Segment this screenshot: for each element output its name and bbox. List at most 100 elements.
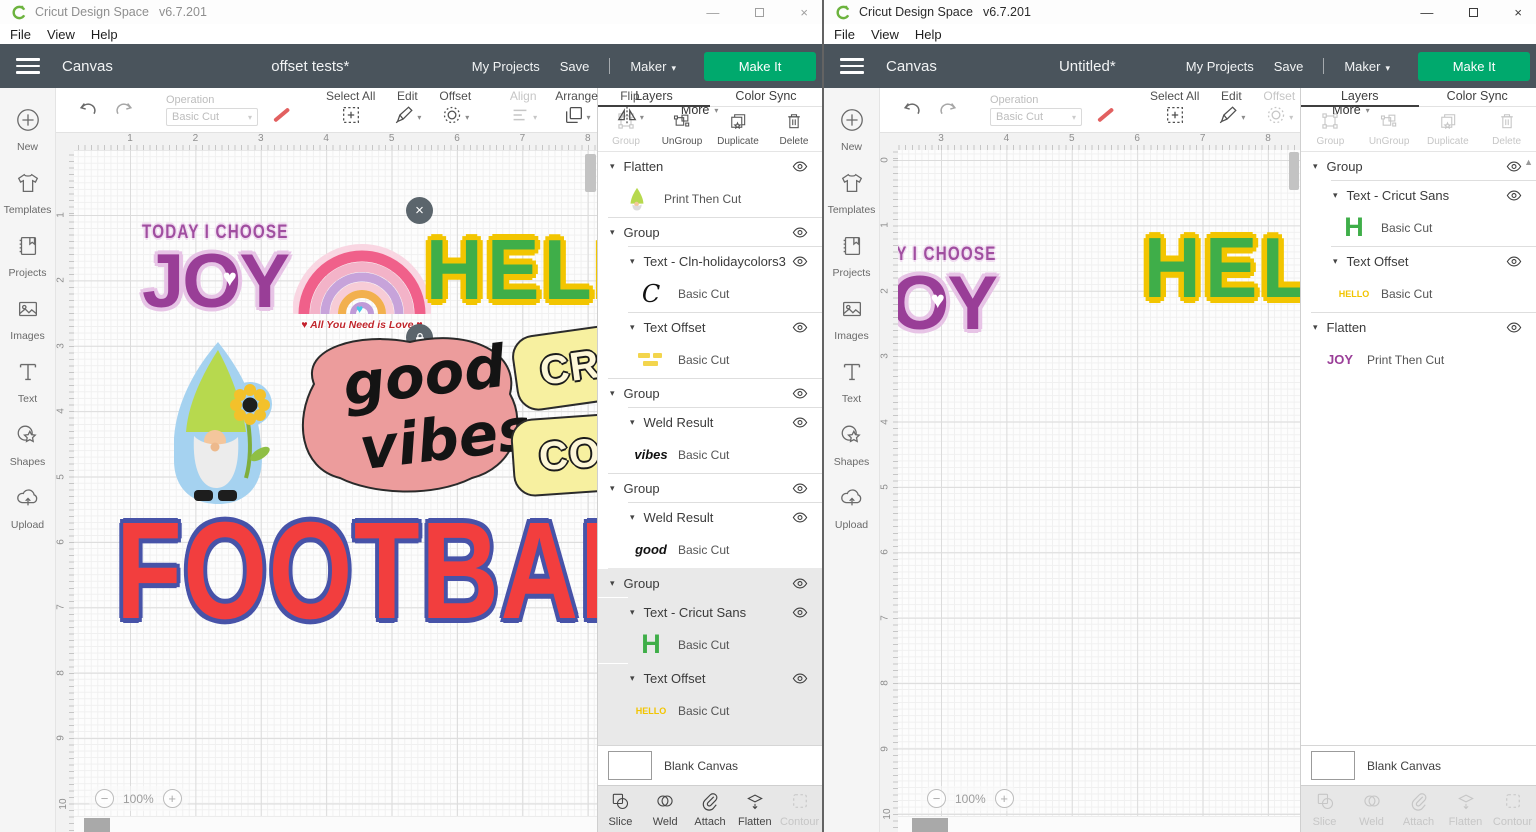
attach-button[interactable]: Attach [1395, 786, 1442, 832]
my-projects-link[interactable]: My Projects [1186, 59, 1254, 74]
zoom-in-button[interactable]: + [995, 789, 1014, 808]
operation-select[interactable]: Basic Cut▾ [166, 108, 258, 126]
maximize-icon[interactable] [755, 8, 764, 17]
collapse-caret-icon[interactable]: ▾ [630, 673, 635, 684]
titlebar[interactable]: Cricut Design Space v6.7.201 — × [0, 0, 822, 24]
visibility-eye-icon[interactable] [792, 161, 808, 172]
project-name[interactable]: Untitled* [1059, 58, 1116, 75]
collapse-caret-icon[interactable]: ▾ [610, 483, 615, 494]
layer-item[interactable]: CBasic Cut [598, 275, 822, 312]
vertical-scrollbar[interactable] [1289, 152, 1299, 190]
layer-group-group[interactable]: ▾Group [598, 218, 822, 246]
scroll-up-icon[interactable]: ▲ [1524, 157, 1533, 167]
undo-button[interactable] [901, 99, 923, 121]
blank-canvas-row[interactable]: Blank Canvas [1301, 745, 1536, 785]
horizontal-scrollbar-thumb[interactable] [912, 818, 948, 832]
layer-group-text-cln-holidaycolors3[interactable]: ▾Text - Cln-holidaycolors3 [598, 247, 822, 275]
delete-button[interactable]: Delete [1477, 107, 1536, 151]
visibility-eye-icon[interactable] [792, 607, 808, 618]
layer-group-text-cricut-sans[interactable]: ▾Text - Cricut Sans [598, 598, 822, 626]
minimize-icon[interactable]: — [1420, 5, 1433, 20]
visibility-eye-icon[interactable] [1506, 190, 1522, 201]
vertical-scrollbar[interactable] [585, 154, 596, 192]
select-all-button[interactable]: Select All [326, 89, 375, 131]
sidebar-item-projects[interactable]: Projects [0, 224, 55, 287]
maximize-icon[interactable] [1469, 8, 1478, 17]
artwork-hello-sticker[interactable]: HELLO [1144, 224, 1300, 313]
artwork-gnome-sticker[interactable] [158, 340, 278, 513]
layer-group-text-offset[interactable]: ▾Text Offset [1301, 247, 1536, 275]
collapse-caret-icon[interactable]: ▾ [1333, 256, 1338, 267]
menu-help[interactable]: Help [915, 27, 942, 42]
artwork-hello-sticker[interactable]: HELLO [426, 226, 597, 315]
collapse-caret-icon[interactable]: ▾ [630, 512, 635, 523]
layer-group-weld-result[interactable]: ▾Weld Result [598, 503, 822, 531]
sidebar-item-new[interactable]: New [0, 98, 55, 161]
duplicate-button[interactable]: Duplicate [1419, 107, 1478, 151]
tab-layers[interactable]: Layers [598, 88, 710, 106]
visibility-eye-icon[interactable] [792, 512, 808, 523]
blank-canvas-row[interactable]: Blank Canvas [598, 745, 822, 785]
make-it-button[interactable]: Make It [704, 52, 816, 81]
menu-help[interactable]: Help [91, 27, 118, 42]
layer-item[interactable]: Basic Cut [598, 341, 822, 378]
collapse-caret-icon[interactable]: ▾ [1313, 322, 1318, 333]
sidebar-item-templates[interactable]: Templates [0, 161, 55, 224]
collapse-caret-icon[interactable]: ▾ [610, 227, 615, 238]
sidebar-item-upload[interactable]: Upload [0, 476, 55, 539]
slice-button[interactable]: Slice [598, 786, 643, 832]
close-icon[interactable]: × [1514, 5, 1522, 20]
offset-button[interactable]: Offset▾ [1263, 89, 1295, 131]
weld-button[interactable]: Weld [643, 786, 688, 832]
horizontal-scrollbar-thumb[interactable] [84, 818, 110, 832]
zoom-out-button[interactable]: − [927, 789, 946, 808]
artwork-football-sticker[interactable]: FOOTBALL [116, 502, 597, 640]
zoom-out-button[interactable]: − [95, 789, 114, 808]
layer-item[interactable]: HBasic Cut [598, 626, 822, 663]
horizontal-scrollbar-track[interactable] [898, 816, 1300, 832]
collapse-caret-icon[interactable]: ▾ [1333, 190, 1338, 201]
visibility-eye-icon[interactable] [792, 483, 808, 494]
minimize-icon[interactable]: — [706, 5, 719, 20]
visibility-eye-icon[interactable] [792, 578, 808, 589]
layer-item[interactable]: HELLOBasic Cut [1301, 275, 1536, 312]
contour-button[interactable]: Contour [1489, 786, 1536, 832]
arrange-button[interactable]: Arrange▾ [555, 89, 598, 131]
artwork-rainbow-sticker[interactable]: ♥ ♥ All You Need is Love ♥ [293, 234, 431, 331]
my-projects-link[interactable]: My Projects [472, 59, 540, 74]
sidebar-item-text[interactable]: Text [824, 350, 879, 413]
layer-item[interactable]: JOYPrint Then Cut [1301, 341, 1536, 378]
menu-file[interactable]: File [834, 27, 855, 42]
delete-selection-handle[interactable]: × [406, 197, 433, 224]
layer-group-text-cricut-sans[interactable]: ▾Text - Cricut Sans [1301, 181, 1536, 209]
layer-item[interactable]: HBasic Cut [1301, 209, 1536, 246]
menu-view[interactable]: View [871, 27, 899, 42]
select-all-button[interactable]: Select All [1150, 89, 1199, 131]
layer-item[interactable]: vibesBasic Cut [598, 436, 822, 473]
collapse-caret-icon[interactable]: ▾ [610, 578, 615, 589]
visibility-eye-icon[interactable] [1506, 322, 1522, 333]
layer-group-text-offset[interactable]: ▾Text Offset [598, 313, 822, 341]
horizontal-scrollbar-track[interactable] [74, 816, 597, 832]
layer-group-flatten[interactable]: ▾Flatten [1301, 313, 1536, 341]
save-link[interactable]: Save [560, 59, 590, 74]
artwork-good-vibes-sticker[interactable]: good vibes [282, 326, 527, 509]
sidebar-item-images[interactable]: Images [0, 287, 55, 350]
artwork-yellow-sticker-2[interactable]: CO [509, 412, 597, 498]
contour-button[interactable]: Contour [777, 786, 822, 832]
layer-group-group[interactable]: ▾Group [598, 379, 822, 407]
align-button[interactable]: Align▾ [509, 89, 537, 131]
visibility-eye-icon[interactable] [792, 388, 808, 399]
layer-group-flatten[interactable]: ▾Flatten [598, 152, 822, 180]
canvas-color-swatch[interactable] [608, 751, 652, 780]
sidebar-item-text[interactable]: Text [0, 350, 55, 413]
tab-color-sync[interactable]: Color Sync [1419, 88, 1536, 106]
sidebar-item-shapes[interactable]: Shapes [0, 413, 55, 476]
sidebar-item-templates[interactable]: Templates [824, 161, 879, 224]
edit-button[interactable]: Edit▾ [393, 89, 421, 131]
tab-color-sync[interactable]: Color Sync [710, 88, 822, 106]
sidebar-item-projects[interactable]: Projects [824, 224, 879, 287]
hamburger-menu-icon[interactable] [840, 58, 864, 74]
layer-group-group[interactable]: ▾Group [598, 569, 822, 597]
layer-group-text-offset[interactable]: ▾Text Offset [598, 664, 822, 692]
